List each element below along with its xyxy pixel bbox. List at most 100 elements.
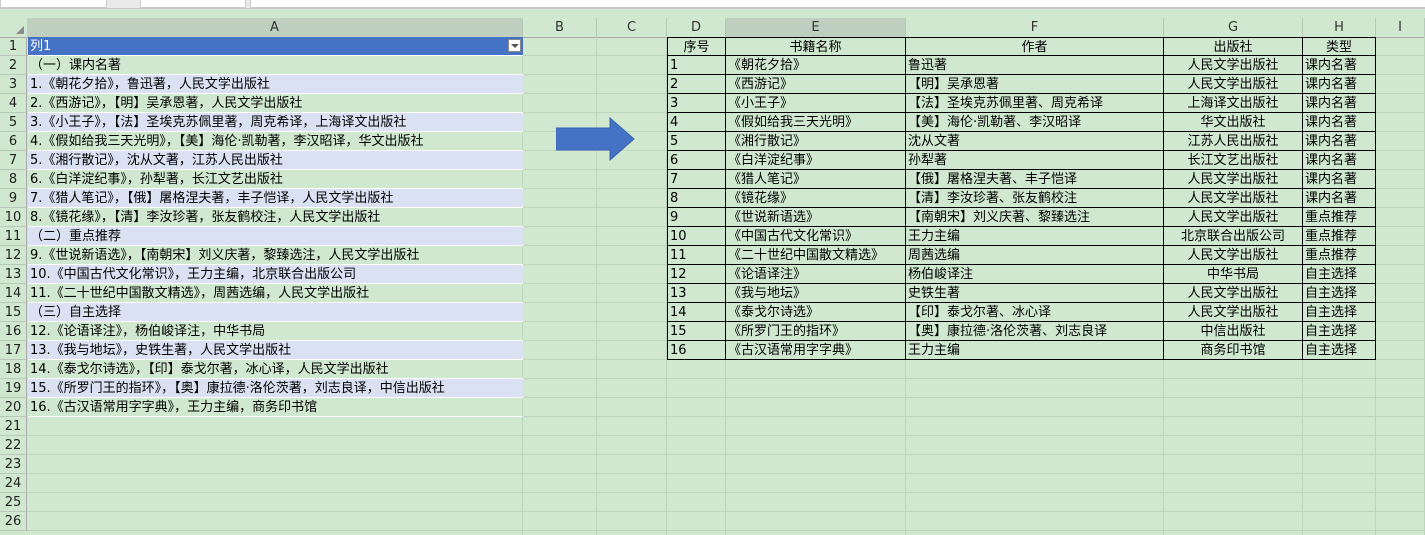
table-cell[interactable]: 人民文学出版社 [1164, 75, 1303, 94]
table-cell[interactable]: 人民文学出版社 [1164, 189, 1303, 208]
table-cell[interactable]: 《假如给我三天光明》 [726, 113, 906, 132]
column-header-g[interactable]: G [1164, 18, 1303, 37]
list-item[interactable]: 2.《西游记》，【明】吴承恩著，人民文学出版社 [28, 94, 523, 113]
table-cell[interactable]: 【明】吴承恩著 [906, 75, 1164, 94]
table-cell[interactable]: 《二十世纪中国散文精选》 [726, 246, 906, 265]
table-cell[interactable]: 【印】泰戈尔著、冰心译 [906, 303, 1164, 322]
list-item[interactable]: 14.《泰戈尔诗选》，【印】泰戈尔著，冰心译，人民文学出版社 [28, 360, 523, 379]
row-header[interactable]: 25 [0, 493, 27, 512]
table-cell[interactable]: 自主选择 [1303, 284, 1376, 303]
filter-dropdown-icon[interactable] [508, 39, 521, 52]
list-item[interactable]: 12.《论语译注》，杨伯峻译注，中华书局 [28, 322, 523, 341]
table-cell[interactable]: 上海译文出版社 [1164, 94, 1303, 113]
row-header[interactable]: 4 [0, 94, 27, 113]
row-header[interactable]: 3 [0, 75, 27, 94]
table-cell[interactable]: 《世说新语选》 [726, 208, 906, 227]
list-item[interactable]: （二）重点推荐 [28, 227, 523, 246]
table-cell[interactable]: 人民文学出版社 [1164, 208, 1303, 227]
table-cell[interactable]: 12 [667, 265, 726, 284]
table-header-cell[interactable]: 出版社 [1164, 37, 1303, 56]
table-cell[interactable]: 《镜花缘》 [726, 189, 906, 208]
list-item[interactable]: 8.《镜花缘》，【清】李汝珍著，张友鹤校注，人民文学出版社 [28, 208, 523, 227]
select-all-corner[interactable] [0, 18, 27, 37]
row-header[interactable]: 13 [0, 265, 27, 284]
column-header-e[interactable]: E [726, 18, 906, 37]
table-cell[interactable]: 3 [667, 94, 726, 113]
table-cell[interactable]: 自主选择 [1303, 341, 1376, 360]
list-item[interactable]: 3.《小王子》，【法】圣埃克苏佩里著，周克希译，上海译文出版社 [28, 113, 523, 132]
table-cell[interactable]: 【俄】屠格涅夫著、丰子恺译 [906, 170, 1164, 189]
row-header[interactable]: 17 [0, 341, 27, 360]
table-cell[interactable]: 杨伯峻译注 [906, 265, 1164, 284]
table-cell[interactable]: 5 [667, 132, 726, 151]
table-cell[interactable]: 课内名著 [1303, 189, 1376, 208]
table-cell[interactable]: 江苏人民出版社 [1164, 132, 1303, 151]
table-cell[interactable]: 人民文学出版社 [1164, 303, 1303, 322]
name-box[interactable] [0, 0, 107, 8]
table-cell[interactable]: 14 [667, 303, 726, 322]
row-header[interactable]: 23 [0, 455, 27, 474]
row-header[interactable]: 18 [0, 360, 27, 379]
table-cell[interactable]: 《论语译注》 [726, 265, 906, 284]
row-header[interactable]: 8 [0, 170, 27, 189]
table-cell[interactable]: 15 [667, 322, 726, 341]
table-cell[interactable]: 1 [667, 56, 726, 75]
table-cell[interactable]: 商务印书馆 [1164, 341, 1303, 360]
list-item[interactable]: 6.《白洋淀纪事》，孙犁著，长江文艺出版社 [28, 170, 523, 189]
column-header-i[interactable]: I [1376, 18, 1425, 37]
column-header-c[interactable]: C [597, 18, 667, 37]
table-cell[interactable]: 人民文学出版社 [1164, 56, 1303, 75]
table-cell[interactable]: 孙犁著 [906, 151, 1164, 170]
table-cell[interactable]: 课内名著 [1303, 132, 1376, 151]
column-header-f[interactable]: F [906, 18, 1164, 37]
formula-input[interactable] [250, 0, 1425, 8]
toolbar-box[interactable] [140, 0, 246, 8]
table-cell[interactable]: 课内名著 [1303, 113, 1376, 132]
list-item[interactable]: 4.《假如给我三天光明》，【美】海伦·凯勒著，李汉昭译，华文出版社 [28, 132, 523, 151]
table-cell[interactable]: 人民文学出版社 [1164, 284, 1303, 303]
table-cell[interactable]: 鲁迅著 [906, 56, 1164, 75]
column-header-h[interactable]: H [1303, 18, 1376, 37]
table-cell[interactable]: 8 [667, 189, 726, 208]
table-cell[interactable]: 长江文艺出版社 [1164, 151, 1303, 170]
table-cell[interactable]: 11 [667, 246, 726, 265]
row-header[interactable]: 20 [0, 398, 27, 417]
table-cell[interactable]: 自主选择 [1303, 303, 1376, 322]
row-header[interactable]: 9 [0, 189, 27, 208]
table-cell[interactable]: 【法】圣埃克苏佩里著、周克希译 [906, 94, 1164, 113]
table-header-cell[interactable]: 书籍名称 [726, 37, 906, 56]
row-header[interactable]: 1 [0, 37, 27, 56]
table-cell[interactable]: 16 [667, 341, 726, 360]
table-cell[interactable]: 自主选择 [1303, 322, 1376, 341]
table-cell[interactable]: 《所罗门王的指环》 [726, 322, 906, 341]
row-header[interactable]: 26 [0, 512, 27, 531]
table-cell[interactable]: 《白洋淀纪事》 [726, 151, 906, 170]
row-header[interactable]: 10 [0, 208, 27, 227]
table-cell[interactable]: 华文出版社 [1164, 113, 1303, 132]
table-cell[interactable]: 重点推荐 [1303, 208, 1376, 227]
table-cell[interactable]: 《西游记》 [726, 75, 906, 94]
table-cell[interactable]: 课内名著 [1303, 75, 1376, 94]
table-cell[interactable]: 沈从文著 [906, 132, 1164, 151]
table-cell[interactable]: 重点推荐 [1303, 227, 1376, 246]
table-cell[interactable]: 《朝花夕拾》 [726, 56, 906, 75]
table-cell[interactable]: 课内名著 [1303, 170, 1376, 189]
table-cell[interactable]: 10 [667, 227, 726, 246]
table-cell[interactable]: 《古汉语常用字字典》 [726, 341, 906, 360]
row-header[interactable]: 7 [0, 151, 27, 170]
table-cell[interactable]: 人民文学出版社 [1164, 246, 1303, 265]
table-cell[interactable]: 【清】李汝珍著、张友鹤校注 [906, 189, 1164, 208]
table-cell[interactable]: 课内名著 [1303, 151, 1376, 170]
table-cell[interactable]: 7 [667, 170, 726, 189]
table-cell[interactable]: 中华书局 [1164, 265, 1303, 284]
list-header-cell[interactable]: 列1 [28, 37, 523, 56]
list-item[interactable]: 11.《二十世纪中国散文精选》，周茜选编，人民文学出版社 [28, 284, 523, 303]
list-item[interactable]: 13.《我与地坛》，史铁生著，人民文学出版社 [28, 341, 523, 360]
table-cell[interactable]: 2 [667, 75, 726, 94]
table-cell[interactable]: 13 [667, 284, 726, 303]
row-header[interactable]: 6 [0, 132, 27, 151]
table-cell[interactable]: 6 [667, 151, 726, 170]
table-cell[interactable]: 【奥】康拉德·洛伦茨著、刘志良译 [906, 322, 1164, 341]
table-header-cell[interactable]: 作者 [906, 37, 1164, 56]
row-header[interactable]: 2 [0, 56, 27, 75]
